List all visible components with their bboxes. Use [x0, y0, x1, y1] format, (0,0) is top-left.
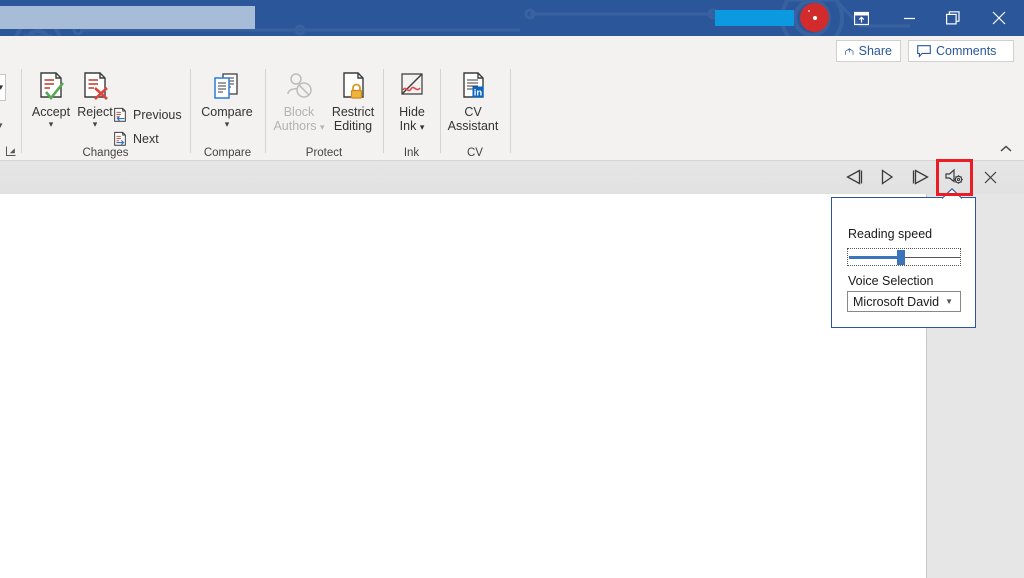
comment-bubble-icon — [917, 45, 931, 58]
block-authors-icon — [283, 68, 315, 102]
ribbon-group-protect: BlockAuthors ▾ RestrictEditing Protect — [266, 65, 382, 161]
minimize-icon — [903, 12, 916, 25]
clipped-ribbon-dropdown-chevron[interactable]: ▾ — [0, 120, 3, 131]
read-aloud-previous-button[interactable] — [838, 161, 870, 193]
hide-ink-label: HideInk ▾ — [399, 105, 425, 134]
read-aloud-play-button[interactable] — [871, 161, 903, 193]
reading-speed-label: Reading speed — [848, 227, 932, 241]
compare-label: Compare — [201, 105, 252, 119]
block-authors-label: BlockAuthors ▾ — [273, 105, 324, 134]
share-button[interactable]: Share — [836, 40, 901, 62]
rewind-previous-icon — [844, 169, 864, 185]
reject-change-icon — [79, 68, 111, 102]
ribbon-group-compare: Compare ▾ Compare — [191, 65, 264, 161]
accept-change-icon — [35, 68, 67, 102]
voice-selection-value: Microsoft David — [848, 295, 945, 309]
read-aloud-settings-popup: Reading speed Voice Selection Microsoft … — [831, 197, 976, 328]
compare-button[interactable]: Compare ▾ — [198, 68, 256, 129]
maximize-restore-icon — [946, 11, 960, 25]
cv-assistant-button[interactable]: in CVAssistant — [444, 68, 502, 133]
ribbon-display-options-button[interactable] — [838, 0, 884, 36]
hide-ink-icon — [396, 68, 428, 102]
document-page[interactable] — [0, 194, 927, 578]
reading-speed-slider[interactable] — [847, 248, 961, 266]
share-icon — [845, 45, 854, 58]
maximize-restore-button[interactable] — [930, 0, 976, 36]
group-label-changes: Changes — [22, 147, 189, 159]
dialog-box-launcher-icon — [6, 146, 16, 156]
avatar-glyph-secondary — [808, 10, 810, 12]
close-icon — [984, 171, 997, 184]
ribbon: ▾ ▾ Accept — [0, 65, 1024, 161]
play-icon — [879, 169, 895, 185]
slider-thumb[interactable] — [897, 250, 905, 265]
collapse-ribbon-button[interactable] — [1000, 145, 1012, 156]
chevron-up-icon — [1000, 145, 1012, 153]
chevron-down-icon: ▾ — [0, 120, 3, 130]
block-authors-button[interactable]: BlockAuthors ▾ — [270, 68, 328, 134]
previous-label: Previous — [133, 108, 182, 122]
group-separator — [510, 69, 511, 153]
restrict-editing-label: RestrictEditing — [332, 105, 374, 133]
read-aloud-next-button[interactable] — [905, 161, 937, 193]
previous-change-icon — [112, 107, 128, 123]
read-aloud-close-button[interactable] — [974, 161, 1006, 193]
chevron-down-icon[interactable]: ▾ — [49, 120, 54, 129]
voice-selection-label: Voice Selection — [848, 274, 933, 288]
settings-button-highlight-annotation — [936, 159, 973, 196]
document-title-redacted — [0, 6, 255, 29]
next-change-icon — [112, 131, 128, 147]
restrict-editing-lock-icon — [337, 68, 369, 102]
previous-change-button[interactable]: Previous — [112, 107, 182, 123]
ribbon-group-cv: in CVAssistant CV — [441, 65, 509, 161]
slider-remaining-track — [897, 257, 960, 258]
comments-button[interactable]: Comments — [908, 40, 1014, 62]
account-avatar[interactable] — [800, 3, 829, 32]
group-label-compare: Compare — [191, 147, 264, 159]
clipped-ribbon-dropdown-button[interactable]: ▾ — [0, 74, 6, 101]
hide-ink-button[interactable]: HideInk ▾ — [383, 68, 441, 134]
avatar-glyph — [813, 16, 817, 20]
chevron-down-icon[interactable]: ▾ — [93, 120, 98, 129]
ribbon-group-changes: Accept ▾ Reject ▾ — [22, 65, 189, 161]
ribbon-display-options-icon — [854, 11, 869, 26]
close-window-button[interactable] — [976, 0, 1022, 36]
accept-label: Accept — [32, 105, 70, 119]
next-change-button[interactable]: Next — [112, 131, 159, 147]
chevron-down-icon: ▾ — [420, 122, 425, 132]
svg-text:in: in — [474, 87, 483, 98]
comments-label: Comments — [936, 44, 996, 58]
restrict-editing-button[interactable]: RestrictEditing — [324, 68, 382, 133]
minimize-button[interactable] — [886, 0, 932, 36]
ribbon-group-ink: HideInk ▾ Ink — [384, 65, 439, 161]
linkedin-cv-assistant-icon: in — [457, 68, 489, 102]
word-application-window: Share Comments ▾ ▾ — [0, 0, 1024, 578]
slider-filled-track — [849, 256, 897, 259]
chevron-down-icon: ▼ — [945, 297, 960, 306]
compare-documents-icon — [211, 68, 243, 102]
chevron-down-icon: ▾ — [0, 82, 3, 93]
group-label-protect: Protect — [266, 147, 382, 159]
tracking-dialog-launcher[interactable] — [6, 146, 16, 159]
share-row: Share Comments — [0, 36, 1024, 65]
forward-next-icon — [911, 169, 931, 185]
next-label: Next — [133, 132, 159, 146]
reject-label: Reject — [77, 105, 112, 119]
group-label-ink: Ink — [384, 147, 439, 159]
cv-assistant-label: CVAssistant — [448, 105, 499, 133]
group-label-cv: CV — [441, 147, 509, 159]
share-label: Share — [859, 44, 892, 58]
voice-selection-dropdown[interactable]: Microsoft David ▼ — [847, 291, 961, 312]
title-bar-highlight-bar — [715, 10, 794, 26]
read-aloud-toolbar — [0, 161, 1024, 195]
title-bar — [0, 0, 1024, 36]
close-icon — [992, 11, 1006, 25]
chevron-down-icon[interactable]: ▾ — [225, 120, 230, 129]
